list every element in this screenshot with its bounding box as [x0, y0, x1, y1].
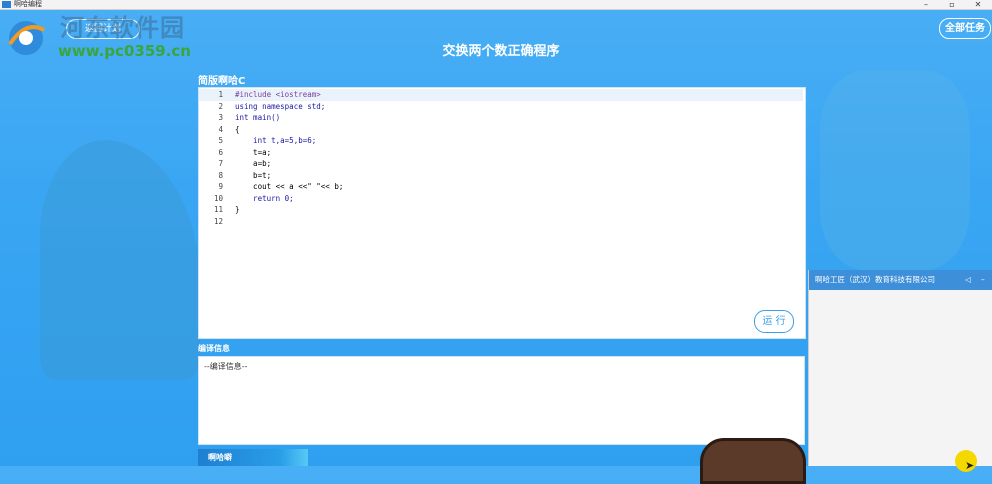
maximize-window-button[interactable]: ▫	[940, 0, 964, 9]
background-scenery	[40, 140, 200, 380]
code-text[interactable]: }	[235, 204, 240, 216]
all-tasks-button[interactable]: 全部任务	[939, 18, 991, 39]
code-line[interactable]: 11 }	[199, 204, 803, 216]
side-panel-header: 啊哈工匠（武汉）教育科技有限公司 ◁ –	[809, 270, 992, 290]
line-number: 3	[218, 113, 223, 122]
line-number: 7	[218, 159, 223, 168]
watermark-text: 河东软件园	[60, 14, 185, 42]
page-title: 交换两个数正确程序	[442, 44, 560, 59]
code-text[interactable]: {	[235, 124, 240, 136]
code-text[interactable]: int t,a=5,b=6;	[235, 135, 316, 147]
code-text[interactable]: b=t;	[235, 170, 271, 182]
line-number: 4	[218, 124, 223, 134]
line-number: 11	[213, 205, 223, 214]
code-line[interactable]: 3 int main()	[199, 112, 803, 124]
mascot-character	[700, 438, 806, 484]
minus-icon[interactable]: –	[981, 270, 985, 290]
close-window-button[interactable]: ✕	[966, 0, 990, 9]
side-panel: 啊哈工匠（武汉）教育科技有限公司 ◁ –	[808, 270, 992, 466]
line-number: 6	[218, 147, 223, 157]
code-text[interactable]: using namespace std;	[235, 101, 325, 113]
compile-info-label: 编译信息	[198, 344, 230, 353]
code-line[interactable]: 8 b=t;	[199, 170, 803, 182]
background-scenery	[820, 70, 970, 270]
app-icon	[2, 1, 11, 8]
compile-output-text: --编译信息--	[204, 362, 248, 371]
code-text[interactable]: a=b;	[235, 158, 271, 170]
code-text[interactable]: int main()	[235, 112, 280, 124]
run-button[interactable]: 运 行	[754, 310, 794, 333]
code-line[interactable]: 9 cout << a <<" "<< b;	[199, 181, 803, 193]
line-number: 2	[218, 101, 223, 111]
minimize-window-button[interactable]: –	[914, 0, 938, 9]
code-editor[interactable]: 1 #include <iostream> 2 using namespace …	[198, 87, 806, 339]
code-line[interactable]: 6 t=a;	[199, 147, 803, 159]
line-number: 5	[218, 136, 223, 145]
code-text[interactable]: #include <iostream>	[235, 89, 321, 101]
line-number: 9	[218, 182, 223, 191]
editor-label: 简版啊哈C	[198, 76, 246, 87]
code-line[interactable]: 1 #include <iostream>	[199, 89, 803, 101]
code-line[interactable]: 7 a=b;	[199, 158, 803, 170]
line-number: 12	[213, 216, 223, 226]
line-number: 1	[218, 90, 223, 99]
code-text[interactable]: return 0;	[235, 193, 294, 205]
compile-output: --编译信息--	[198, 356, 805, 445]
code-text[interactable]: cout << a <<" "<< b;	[235, 181, 343, 193]
code-line[interactable]: 12	[199, 216, 803, 228]
code-line[interactable]: 10 return 0;	[199, 193, 803, 205]
line-number: 8	[218, 170, 223, 180]
window-title: 啊哈编程	[14, 0, 42, 8]
code-line[interactable]: 5 int t,a=5,b=6;	[199, 135, 803, 147]
code-text[interactable]: t=a;	[235, 147, 271, 159]
side-panel-title: 啊哈工匠（武汉）教育科技有限公司	[815, 275, 935, 284]
code-line[interactable]: 4 {	[199, 124, 803, 136]
speaker-icon[interactable]: ◁	[965, 270, 971, 290]
side-panel-content	[809, 290, 992, 466]
bottom-tab[interactable]: 啊哈噼	[198, 449, 308, 466]
line-number: 10	[213, 193, 223, 203]
code-line[interactable]: 2 using namespace std;	[199, 101, 803, 113]
